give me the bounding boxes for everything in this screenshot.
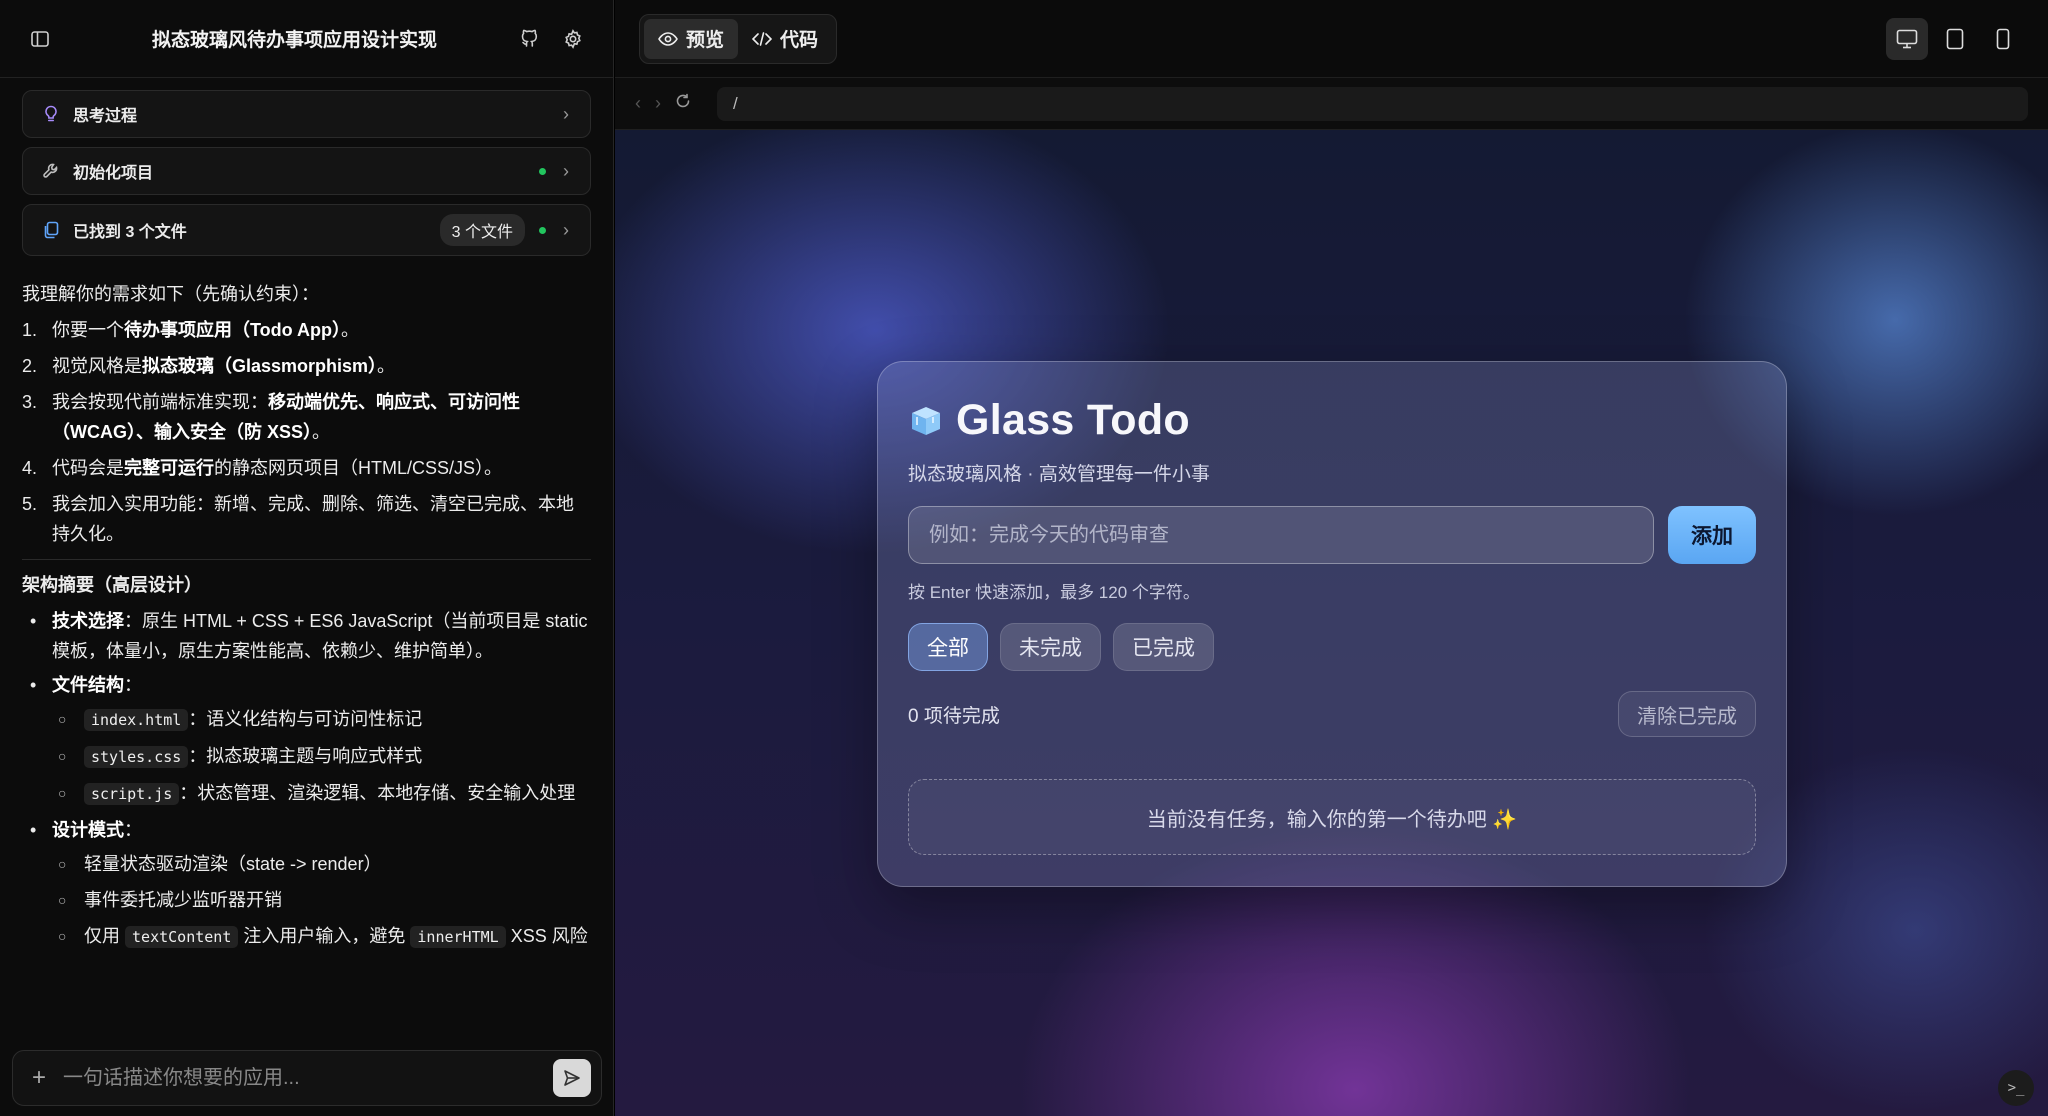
prompt-input[interactable] (63, 1066, 553, 1090)
init-project-label: 初始化项目 (73, 165, 154, 182)
file-list: ○ index.html ：语义化结构与可访问性标记 ○ styles.css ：拟态玻… (22, 704, 591, 809)
chevron-right-icon: › (563, 103, 569, 124)
app-title: Glass Todo (956, 396, 1190, 444)
list-item: ○ 事件委托减少监听器开销 (58, 890, 282, 910)
chat-title: 拟态玻璃风待办事项应用设计实现 (151, 30, 437, 51)
message-intro: 我理解你的需求如下（先确认约束）： (22, 284, 319, 304)
filter-all[interactable]: 全部 (908, 623, 988, 671)
status-dot (539, 167, 546, 175)
list-item: 1. 你要一个待办事项应用（Todo App）。 (22, 320, 359, 340)
filter-active[interactable]: 未完成 (1000, 623, 1101, 671)
tab-code-label: 代码 (780, 30, 819, 51)
plus-icon[interactable]: + (29, 1064, 49, 1092)
ice-cube-icon (912, 406, 940, 435)
url-field[interactable]: / (717, 86, 2028, 121)
tab-preview-label: 预览 (686, 30, 725, 51)
github-icon[interactable] (515, 25, 543, 53)
sidebar-toggle-icon[interactable] (26, 25, 54, 53)
files-icon (41, 220, 61, 240)
design-list: • 设计模式： (22, 815, 591, 845)
filter-group: 全部 未完成 已完成 (908, 623, 1756, 671)
send-button[interactable] (553, 1059, 591, 1097)
filter-completed[interactable]: 已完成 (1113, 623, 1214, 671)
list-item: ○ 轻量状态驱动渲染（state -> render） (58, 854, 382, 874)
mobile-icon[interactable] (1982, 18, 2024, 60)
files-found-card[interactable]: 已找到 3 个文件 3 个文件 › (22, 204, 591, 256)
lightbulb-icon (41, 104, 61, 124)
terminal-icon[interactable]: >_ (1998, 1070, 2034, 1106)
tab-preview[interactable]: 预览 (644, 18, 739, 59)
list-item: • 技术选择：原生 HTML + CSS + ES6 JavaScript（当前项… (30, 611, 588, 661)
app-subtitle: 拟态玻璃风格 · 高效管理每一件小事 (908, 464, 1210, 485)
composer: + (12, 1050, 602, 1106)
preview-panel: 预览 代码 ‹ › / Glass Todo 拟态玻璃风格 · 高效管理每一件小… (615, 0, 2048, 1116)
list-item: • 文件结构： (30, 675, 142, 695)
tablet-icon[interactable] (1934, 18, 1976, 60)
reload-icon[interactable] (675, 93, 691, 114)
files-count-badge: 3 个文件 (439, 214, 525, 246)
tab-code[interactable]: 代码 (738, 19, 832, 59)
todo-input[interactable] (908, 506, 1654, 564)
design-pattern-list: ○ 轻量状态驱动渲染（state -> render） ○ 事件委托减少监听器开销 … (22, 849, 591, 952)
list-item: ○ index.html ：语义化结构与可访问性标记 (58, 709, 423, 731)
back-icon[interactable]: ‹ (635, 93, 641, 114)
architecture-heading: 架构摘要（高层设计） (22, 575, 202, 595)
requirements-list: 1. 你要一个待办事项应用（Todo App）。 2. 视觉风格是拟态玻璃（Glas… (22, 315, 591, 549)
list-item: ○ styles.css ：拟态玻璃主题与响应式样式 (58, 746, 423, 768)
chevron-right-icon: › (563, 160, 569, 181)
preview-toolbar: 预览 代码 (615, 0, 2048, 78)
preview-canvas: Glass Todo 拟态玻璃风格 · 高效管理每一件小事 添加 按 Enter… (615, 130, 2048, 1116)
init-project-card[interactable]: 初始化项目 › (22, 147, 591, 195)
list-item: 4. 代码会是完整可运行的静态网页项目（HTML/CSS/JS）。 (22, 458, 503, 478)
architecture-list: • 技术选择：原生 HTML + CSS + ES6 JavaScript（当前项… (22, 606, 591, 700)
divider (22, 559, 591, 560)
empty-state: 当前没有任务，输入你的第一个待办吧 ✨ (908, 779, 1756, 855)
list-item: 2. 视觉风格是拟态玻璃（Glassmorphism）。 (22, 356, 396, 376)
todo-card: Glass Todo 拟态玻璃风格 · 高效管理每一件小事 添加 按 Enter… (877, 361, 1787, 887)
list-item: ○ 仅用 textContent 注入用户输入，避免 innerHTML XSS … (58, 926, 588, 948)
list-item: 5. 我会加入实用功能：新增、完成、删除、筛选、清空已完成、本地持久化。 (22, 494, 574, 544)
assistant-message: 我理解你的需求如下（先确认约束）： 1. 你要一个待办事项应用（Todo App）… (0, 265, 613, 952)
chevron-right-icon: › (563, 219, 569, 240)
list-item: • 设计模式： (30, 820, 142, 840)
forward-icon[interactable]: › (655, 93, 661, 114)
send-icon (564, 1070, 580, 1086)
code-icon (752, 31, 773, 46)
thinking-card[interactable]: 思考过程 › (22, 90, 591, 138)
list-item: 3. 我会按现代前端标准实现：移动端优先、响应式、可访问性（WCAG）、输入安全（… (22, 392, 520, 442)
chat-panel: 拟态玻璃风待办事项应用设计实现 思考过程 › 初始化项目 › 已找到 3 个文件… (0, 0, 614, 1116)
clear-completed-button[interactable]: 清除已完成 (1618, 691, 1756, 737)
address-bar: ‹ › / (615, 78, 2048, 130)
input-hint: 按 Enter 快速添加，最多 120 个字符。 (908, 583, 1200, 602)
pending-count: 0 项待完成 (908, 705, 1000, 727)
status-dot (539, 226, 546, 234)
list-item: ○ script.js ：状态管理、渲染逻辑、本地存储、安全输入处理 (58, 783, 576, 805)
thinking-card-label: 思考过程 (73, 108, 138, 125)
gear-icon[interactable] (559, 25, 587, 53)
eye-icon (658, 31, 678, 46)
device-switcher (1886, 17, 2024, 60)
desktop-icon[interactable] (1886, 17, 1928, 60)
add-button[interactable]: 添加 (1668, 506, 1756, 564)
chat-header: 拟态玻璃风待办事项应用设计实现 (0, 0, 613, 78)
view-tabs: 预览 代码 (639, 13, 838, 64)
wrench-icon (41, 161, 61, 181)
files-found-label: 已找到 3 个文件 (73, 224, 187, 241)
